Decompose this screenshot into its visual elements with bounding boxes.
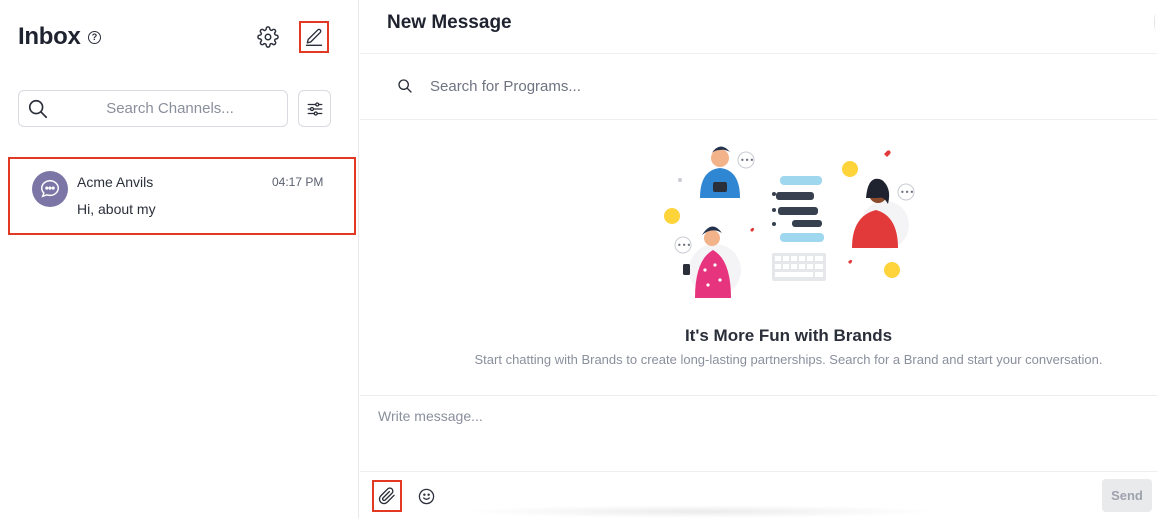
emoji-button[interactable] xyxy=(416,486,436,506)
attach-file-button[interactable] xyxy=(372,480,402,512)
channel-name: Acme Anvils xyxy=(77,174,154,190)
empty-state-illustration: ••• ••• ••• xyxy=(664,146,915,298)
svg-text:•••: ••• xyxy=(900,188,914,197)
conversation-panel: New Message ••• xyxy=(360,0,1157,518)
channel-search xyxy=(18,90,288,127)
svg-text:•••: ••• xyxy=(740,156,754,165)
gear-icon xyxy=(257,26,279,48)
program-search-input[interactable] xyxy=(430,70,930,102)
program-search xyxy=(360,54,1157,120)
channel-item[interactable]: Acme Anvils 04:17 PM Hi, about my xyxy=(8,157,356,235)
message-input[interactable] xyxy=(378,408,1138,458)
message-composer xyxy=(360,395,1157,471)
svg-text:•••: ••• xyxy=(677,241,691,250)
channel-preview: Hi, about my xyxy=(77,201,156,217)
compose-new-message-button[interactable] xyxy=(299,21,329,53)
empty-state-title: It's More Fun with Brands xyxy=(684,326,893,345)
search-icon xyxy=(28,99,48,119)
chat-bubble-icon xyxy=(41,180,59,198)
channel-list-panel: Inbox ? Search Channels... Acme Anvils 0… xyxy=(0,0,359,518)
paperclip-icon xyxy=(378,487,395,505)
empty-state-subtitle: Start chatting with Brands to create lon… xyxy=(474,352,1103,367)
conversation-title: New Message xyxy=(387,12,512,33)
send-button[interactable]: Send xyxy=(1102,479,1152,512)
toolbar-shadow xyxy=(460,505,940,518)
pencil-icon xyxy=(305,28,323,46)
inbox-title: Inbox xyxy=(18,23,81,50)
filter-button[interactable] xyxy=(298,90,331,127)
search-icon xyxy=(398,79,412,93)
channel-timestamp: 04:17 PM xyxy=(272,175,324,189)
sliders-icon xyxy=(307,101,322,116)
composer-toolbar-divider xyxy=(360,471,1157,472)
help-icon[interactable]: ? xyxy=(88,31,101,44)
channel-search-input[interactable] xyxy=(59,91,281,126)
avatar xyxy=(32,171,68,207)
smiley-icon xyxy=(418,488,434,504)
settings-button[interactable] xyxy=(254,23,282,51)
